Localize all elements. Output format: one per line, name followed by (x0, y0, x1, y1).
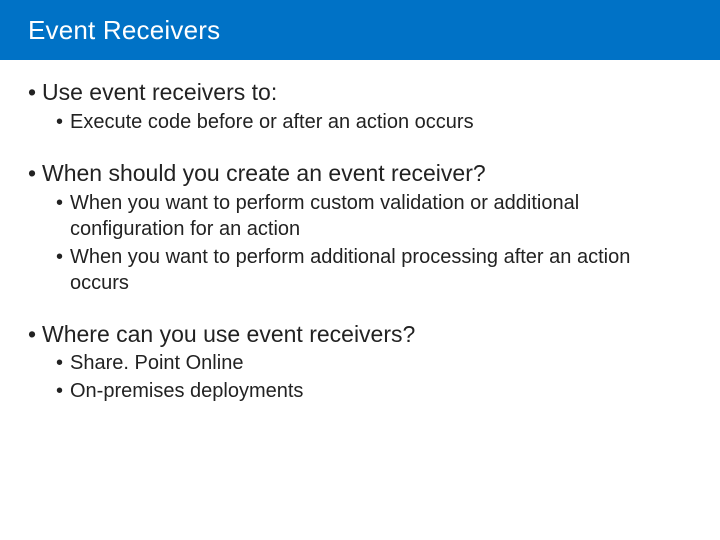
slide-content: • Use event receivers to: • Execute code… (0, 60, 720, 404)
bullet-l2: • When you want to perform additional pr… (56, 244, 680, 296)
bullet-l2: • Execute code before or after an action… (56, 109, 680, 135)
section-use: • Use event receivers to: • Execute code… (28, 78, 680, 135)
bullet-l2-text: On-premises deployments (70, 378, 303, 404)
bullet-icon: • (56, 190, 70, 242)
bullet-icon: • (56, 109, 70, 135)
bullet-l2-text: Share. Point Online (70, 350, 243, 376)
sub-bullets: • When you want to perform custom valida… (28, 190, 680, 296)
title-bar: Event Receivers (0, 0, 720, 60)
bullet-icon: • (28, 320, 42, 349)
bullet-icon: • (28, 78, 42, 107)
bullet-l2: • When you want to perform custom valida… (56, 190, 680, 242)
bullet-icon: • (56, 350, 70, 376)
bullet-icon: • (28, 159, 42, 188)
bullet-l1: • Where can you use event receivers? (28, 320, 680, 349)
bullet-l2: • Share. Point Online (56, 350, 680, 376)
bullet-l1-text: Where can you use event receivers? (42, 320, 415, 349)
bullet-l2-text: Execute code before or after an action o… (70, 109, 474, 135)
bullet-l1-text: Use event receivers to: (42, 78, 277, 107)
bullet-l1-text: When should you create an event receiver… (42, 159, 486, 188)
section-when: • When should you create an event receiv… (28, 159, 680, 296)
bullet-l2-text: When you want to perform additional proc… (70, 244, 680, 296)
bullet-icon: • (56, 244, 70, 296)
bullet-l1: • When should you create an event receiv… (28, 159, 680, 188)
bullet-l2-text: When you want to perform custom validati… (70, 190, 680, 242)
sub-bullets: • Execute code before or after an action… (28, 109, 680, 135)
slide-title: Event Receivers (28, 15, 220, 46)
sub-bullets: • Share. Point Online • On-premises depl… (28, 350, 680, 404)
bullet-l2: • On-premises deployments (56, 378, 680, 404)
section-where: • Where can you use event receivers? • S… (28, 320, 680, 405)
bullet-l1: • Use event receivers to: (28, 78, 680, 107)
bullet-icon: • (56, 378, 70, 404)
